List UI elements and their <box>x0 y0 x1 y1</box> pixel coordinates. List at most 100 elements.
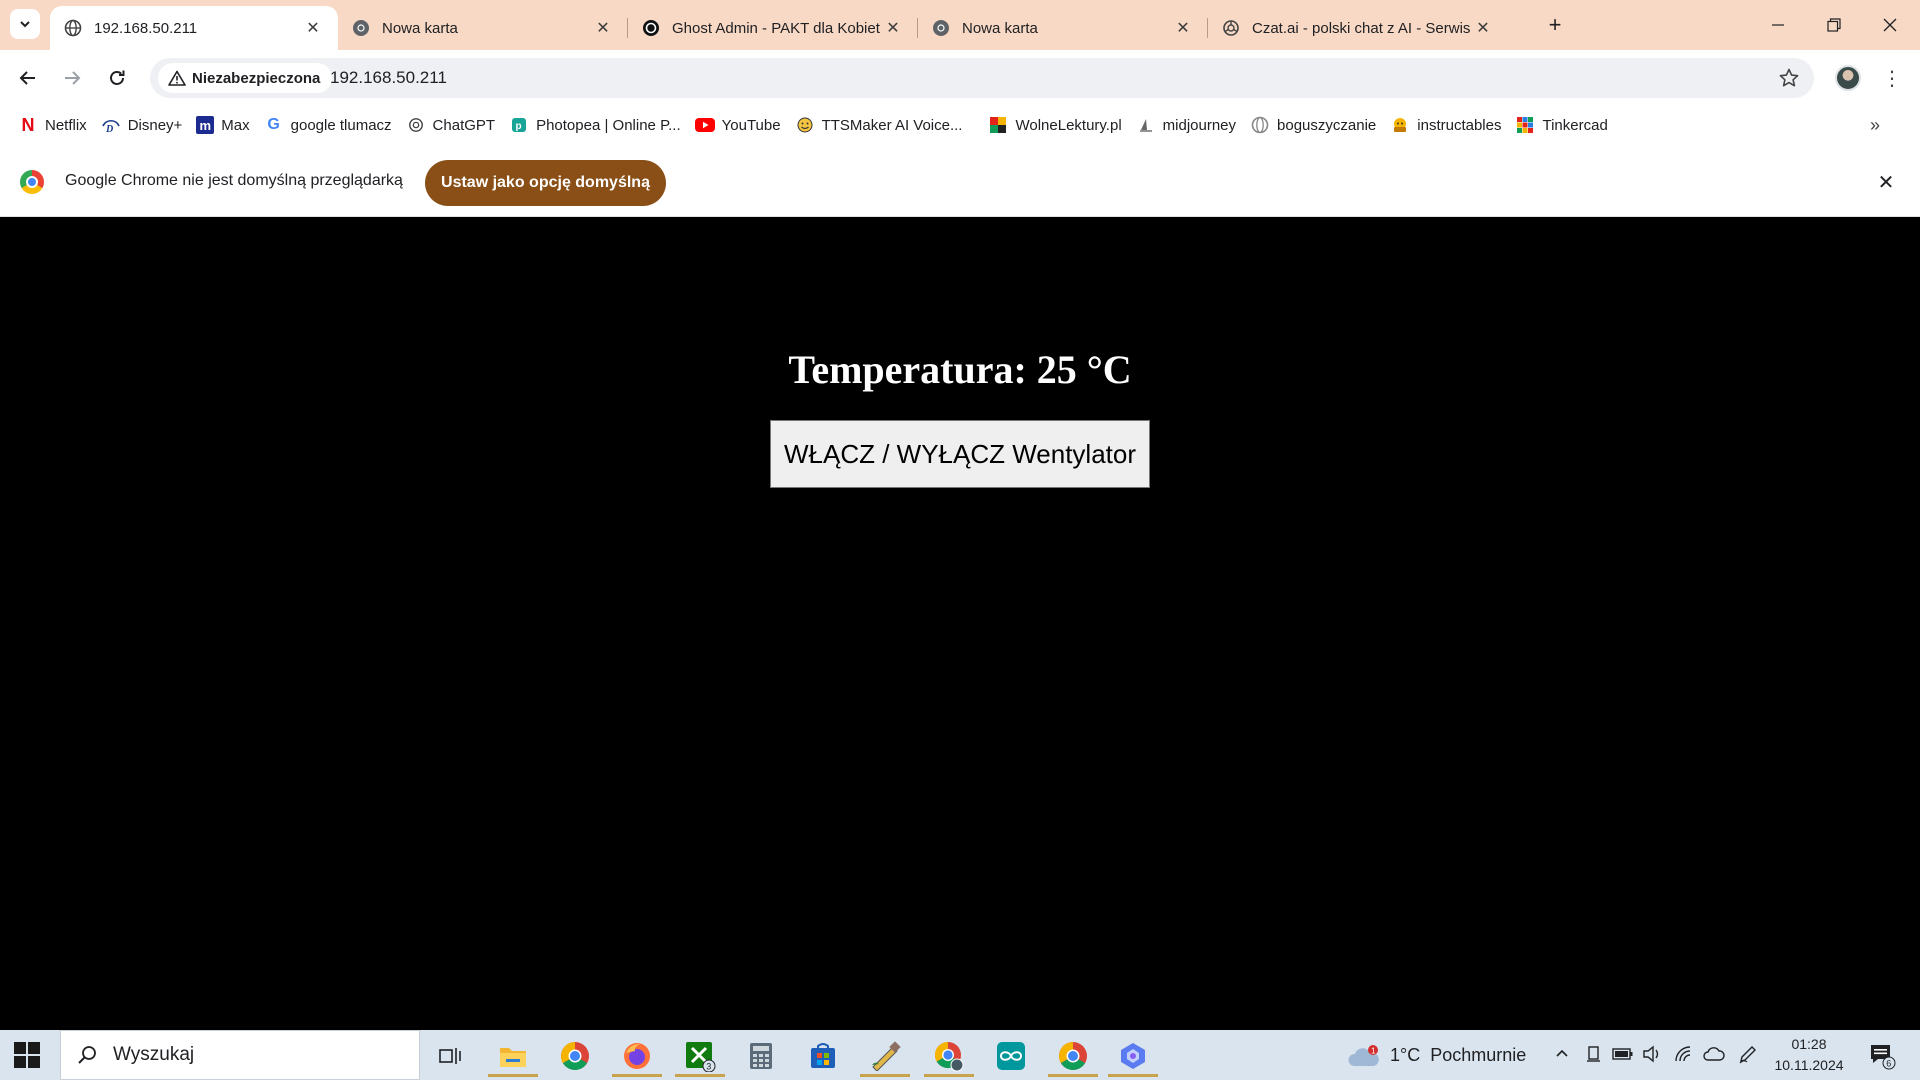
windows-start-button[interactable] <box>14 1042 40 1068</box>
tab-czat-ai[interactable]: Czat.ai - polski chat z AI - Serwis ✕ <box>1208 6 1508 50</box>
taskbar-active-indicator <box>1108 1074 1158 1077</box>
tab-close-icon[interactable]: ✕ <box>592 17 614 39</box>
xbox-icon: 3 <box>686 1042 716 1072</box>
tray-overflow-button[interactable] <box>1550 1042 1574 1066</box>
wolnelektury-icon <box>988 115 1008 135</box>
bookmark-google-tlumacz[interactable]: G google tlumacz <box>260 110 400 140</box>
bookmark-label: instructables <box>1417 116 1502 134</box>
svg-text:1: 1 <box>1371 1047 1376 1056</box>
bookmark-max[interactable]: m Max <box>192 110 257 140</box>
minimize-button[interactable] <box>1750 0 1806 50</box>
close-window-button[interactable] <box>1862 0 1918 50</box>
bookmark-ttsmaker[interactable]: TTSMaker AI Voice... <box>791 110 971 140</box>
chevron-double-right-icon: » <box>1869 114 1880 135</box>
bookmark-star-icon[interactable] <box>1778 67 1800 89</box>
bookmark-label: Tinkercad <box>1542 116 1608 134</box>
infobar-close-button[interactable]: ✕ <box>1872 168 1900 196</box>
taskbar-arduino[interactable] <box>986 1035 1036 1077</box>
notification-center-button[interactable]: 6 <box>1868 1042 1896 1070</box>
taskbar: Wyszukaj 3 1 1°C Pochmurnie 01:28 10.11.… <box>0 1030 1920 1080</box>
restore-button[interactable] <box>1806 0 1862 50</box>
default-browser-infobar: Google Chrome nie jest domyślną przegląd… <box>0 144 1920 217</box>
taskbar-chrome-profile[interactable] <box>924 1035 974 1077</box>
menu-button[interactable]: ⋮ <box>1880 64 1904 92</box>
taskbar-active-indicator <box>488 1074 538 1077</box>
back-button[interactable] <box>10 60 46 96</box>
bookmark-youtube[interactable]: YouTube <box>691 110 789 140</box>
bookmark-netflix[interactable]: N Netflix <box>14 110 95 140</box>
taskbar-store[interactable] <box>798 1035 848 1077</box>
address-bar[interactable]: Niezabezpieczona 192.168.50.211 <box>150 58 1814 98</box>
taskbar-chrome[interactable] <box>550 1035 600 1077</box>
bookmark-instructables[interactable]: instructables <box>1386 110 1509 140</box>
bookmark-tinkercad[interactable]: Tinkercad <box>1511 110 1615 140</box>
tab-nowa-karta[interactable]: Nowa karta ✕ <box>338 6 628 50</box>
taskbar-calculator[interactable] <box>736 1035 786 1077</box>
windows-logo-icon <box>14 1056 26 1068</box>
screen: 192.168.50.211 ✕ Nowa karta ✕ Ghost Admi… <box>0 0 1920 1080</box>
tray-battery-button[interactable] <box>1611 1042 1635 1066</box>
profile-avatar[interactable] <box>1835 65 1861 91</box>
forward-button[interactable] <box>54 60 90 96</box>
taskbar-search[interactable]: Wyszukaj <box>60 1030 420 1080</box>
tab-title: 192.168.50.211 <box>94 19 198 37</box>
bookmark-midjourney[interactable]: midjourney <box>1132 110 1244 140</box>
bookmark-boguszyczanie[interactable]: boguszyczanie <box>1246 110 1384 140</box>
tray-pen-button[interactable] <box>1736 1042 1760 1066</box>
tray-volume-button[interactable] <box>1640 1042 1664 1066</box>
tab-close-icon[interactable]: ✕ <box>1172 17 1194 39</box>
url-text[interactable]: 192.168.50.211 <box>330 58 447 98</box>
weather-widget[interactable]: 1 1°C Pochmurnie <box>1348 1030 1526 1080</box>
max-icon: m <box>196 116 215 134</box>
bookmark-disney[interactable]: D Disney+ <box>97 110 191 140</box>
taskbar-active-indicator <box>860 1074 910 1077</box>
photopea-icon: p <box>509 115 529 135</box>
page-content: Temperatura: 25 °C WŁĄCZ / WYŁĄCZ Wentyl… <box>0 218 1920 1030</box>
bookmarks-overflow-button[interactable]: » <box>1862 110 1888 140</box>
chrome-icon <box>934 1041 964 1072</box>
task-view-button[interactable] <box>425 1035 475 1077</box>
windows-logo-icon <box>28 1056 40 1068</box>
taskbar-paint[interactable] <box>860 1035 910 1077</box>
arrow-left-icon <box>19 71 35 85</box>
taskbar-active-indicator <box>924 1074 974 1077</box>
tray-network-button[interactable] <box>1672 1042 1696 1066</box>
tab-ghost-admin[interactable]: Ghost Admin - PAKT dla Kobiet ✕ <box>628 6 918 50</box>
taskbar-xbox[interactable]: 3 <box>675 1035 725 1077</box>
netflix-icon: N <box>21 114 35 135</box>
taskbar-chrome-2[interactable] <box>1048 1035 1098 1077</box>
arrow-right-icon <box>65 71 81 85</box>
bookmark-label: google tlumacz <box>290 116 392 134</box>
tab-192-168-50-211[interactable]: 192.168.50.211 ✕ <box>50 6 338 50</box>
bookmark-wolnelektury[interactable]: WolneLektury.pl <box>984 110 1129 140</box>
tray-onedrive-button[interactable] <box>1702 1042 1726 1066</box>
bookmark-label: Disney+ <box>127 116 183 134</box>
device-icon <box>1587 1046 1600 1062</box>
fan-toggle-button[interactable]: WŁĄCZ / WYŁĄCZ Wentylator <box>770 420 1150 488</box>
new-tab-button[interactable]: + <box>1540 11 1570 39</box>
close-icon <box>1883 18 1897 32</box>
tray-device-button[interactable] <box>1582 1042 1606 1066</box>
chrome-icon <box>932 19 950 37</box>
set-default-button[interactable]: Ustaw jako opcję domyślną <box>425 160 666 206</box>
tab-close-icon[interactable]: ✕ <box>882 17 904 39</box>
chevron-up-icon <box>1556 1049 1568 1057</box>
taskbar-copilot[interactable] <box>1108 1035 1158 1077</box>
taskbar-active-indicator <box>612 1074 662 1077</box>
taskbar-firefox[interactable] <box>612 1035 662 1077</box>
cloud-icon: 1 <box>1348 1044 1379 1066</box>
weather-text: 1°C Pochmurnie <box>1390 1044 1527 1065</box>
taskbar-file-explorer[interactable] <box>488 1035 538 1077</box>
bookmark-photopea[interactable]: p Photopea | Online P... <box>505 110 689 140</box>
globe-icon <box>64 19 82 37</box>
instructables-icon <box>1390 115 1410 135</box>
bookmark-chatgpt[interactable]: ChatGPT <box>402 110 504 140</box>
tab-search-button[interactable] <box>10 9 40 39</box>
tab-nowa-karta-2[interactable]: Nowa karta ✕ <box>918 6 1208 50</box>
tab-close-icon[interactable]: ✕ <box>1472 17 1494 39</box>
close-icon: ✕ <box>1877 171 1895 194</box>
reload-button[interactable] <box>99 60 135 96</box>
taskbar-clock[interactable]: 01:28 10.11.2024 <box>1774 1034 1844 1076</box>
tab-close-icon[interactable]: ✕ <box>302 17 324 39</box>
security-chip[interactable]: Niezabezpieczona <box>158 63 333 93</box>
